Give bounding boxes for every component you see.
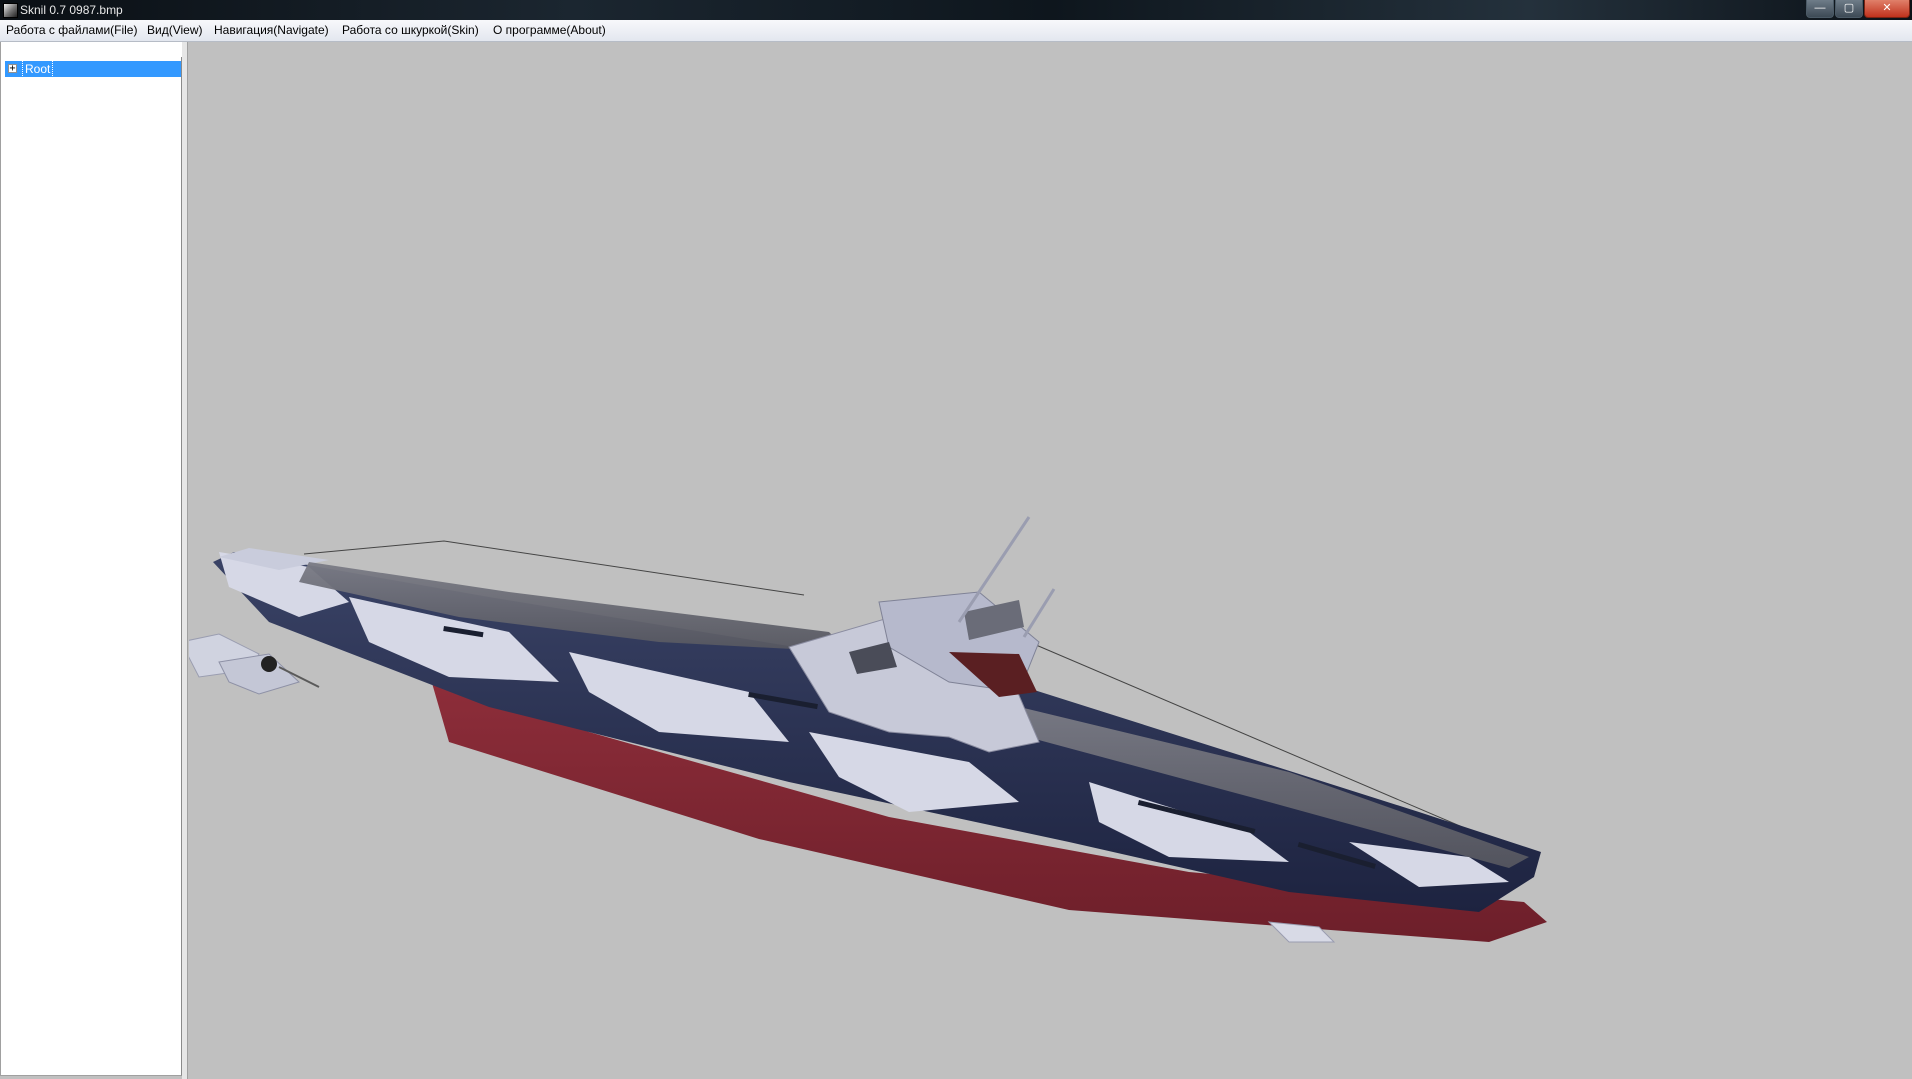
- tree-panel[interactable]: + Root: [0, 57, 182, 1076]
- window-title: Sknil 0.7 0987.bmp: [20, 3, 123, 17]
- app-icon: [3, 3, 18, 18]
- expand-icon[interactable]: +: [8, 64, 17, 74]
- menu-navigate[interactable]: Навигация(Navigate): [214, 20, 329, 41]
- maximize-button[interactable]: ▢: [1835, 0, 1863, 18]
- title-bar[interactable]: Sknil 0.7 0987.bmp — ▢ ✕: [0, 0, 1912, 20]
- menu-skin[interactable]: Работа со шкуркой(Skin): [342, 20, 479, 41]
- window-controls: — ▢ ✕: [1805, 0, 1910, 18]
- tree-panel-header: [0, 42, 182, 57]
- app-window: Sknil 0.7 0987.bmp — ▢ ✕ Работа с файлам…: [0, 0, 1912, 1079]
- rear-planes: [189, 633, 320, 695]
- tree-item-root[interactable]: + Root: [5, 60, 181, 78]
- menu-view[interactable]: Вид(View): [147, 20, 203, 41]
- menu-about[interactable]: О программе(About): [493, 20, 606, 41]
- submarine-model: [189, 516, 1547, 943]
- 3d-viewport[interactable]: [189, 42, 1912, 1079]
- close-button[interactable]: ✕: [1864, 0, 1910, 18]
- minimize-button[interactable]: —: [1806, 0, 1834, 18]
- panel-splitter[interactable]: [182, 42, 188, 1079]
- tree-item-label: Root: [21, 60, 54, 78]
- menu-bar: Работа с файлами(File) Вид(View) Навигац…: [0, 20, 1912, 42]
- menu-file[interactable]: Работа с файлами(File): [6, 20, 137, 41]
